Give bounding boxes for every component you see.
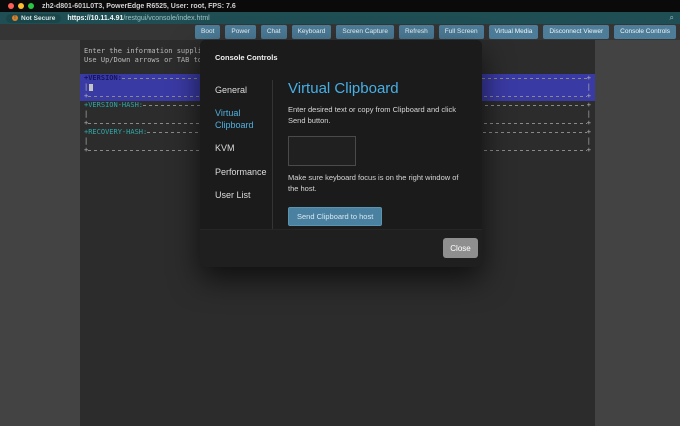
window-titlebar: zh2-d801-601L0T3, PowerEdge R6525, User:…	[0, 0, 680, 12]
panel-heading: Virtual Clipboard	[288, 80, 470, 97]
nav-virtual-clipboard[interactable]: Virtual Clipboard	[215, 107, 271, 131]
minimize-window-icon[interactable]	[18, 3, 24, 9]
refresh-button[interactable]: Refresh	[399, 25, 434, 39]
url-host: https://10.11.4.91	[67, 15, 123, 22]
clipboard-textarea[interactable]	[288, 136, 356, 166]
search-icon[interactable]: ⌕	[670, 13, 674, 23]
nav-divider	[272, 80, 273, 232]
dialog-title: Console Controls	[215, 53, 278, 62]
text-cursor	[89, 84, 93, 91]
screen-capture-button[interactable]: Screen Capture	[336, 25, 394, 39]
not-secure-label: Not Secure	[21, 15, 55, 22]
browser-url-bar[interactable]: ! Not Secure https://10.11.4.91/restgui/…	[0, 12, 680, 24]
boot-button[interactable]: Boot	[195, 25, 220, 39]
send-clipboard-button[interactable]: Send Clipboard to host	[288, 207, 382, 226]
console-field-label: +RECOVERY-HASH:	[84, 128, 147, 137]
dialog-nav: General Virtual Clipboard KVM Performanc…	[215, 84, 271, 201]
panel-description: Enter desired text or copy from Clipboar…	[288, 104, 470, 127]
vconsole-toolbar: Boot Power Chat Keyboard Screen Capture …	[0, 24, 680, 40]
full-screen-button[interactable]: Full Screen	[439, 25, 484, 39]
url-text[interactable]: https://10.11.4.91/restgui/vconsole/inde…	[67, 15, 209, 22]
virtual-media-button[interactable]: Virtual Media	[489, 25, 539, 39]
fullscreen-window-icon[interactable]	[28, 3, 34, 9]
virtual-clipboard-panel: Virtual Clipboard Enter desired text or …	[288, 80, 470, 226]
console-field-label: +VERSION-HASH:	[84, 101, 143, 110]
console-field-label: +VERSION:	[84, 74, 122, 83]
close-dialog-button[interactable]: Close	[443, 238, 478, 258]
close-window-icon[interactable]	[8, 3, 14, 9]
keyboard-button[interactable]: Keyboard	[292, 25, 332, 39]
nav-user-list[interactable]: User List	[215, 189, 271, 201]
window-title: zh2-d801-601L0T3, PowerEdge R6525, User:…	[42, 3, 236, 10]
nav-performance[interactable]: Performance	[215, 166, 271, 178]
console-controls-button[interactable]: Console Controls	[614, 25, 676, 39]
not-secure-badge[interactable]: ! Not Secure	[6, 14, 61, 23]
panel-note: Make sure keyboard focus is on the right…	[288, 172, 470, 195]
warning-icon: !	[12, 15, 18, 21]
nav-kvm[interactable]: KVM	[215, 142, 271, 154]
power-button[interactable]: Power	[225, 25, 255, 39]
console-controls-dialog: Console Controls General Virtual Clipboa…	[200, 40, 482, 267]
nav-general[interactable]: General	[215, 84, 271, 96]
dialog-footer: Close	[200, 229, 482, 267]
disconnect-viewer-button[interactable]: Disconnect Viewer	[543, 25, 609, 39]
screen: zh2-d801-601L0T3, PowerEdge R6525, User:…	[0, 0, 680, 426]
url-path: /restgui/vconsole/index.html	[123, 15, 209, 22]
chat-button[interactable]: Chat	[261, 25, 287, 39]
